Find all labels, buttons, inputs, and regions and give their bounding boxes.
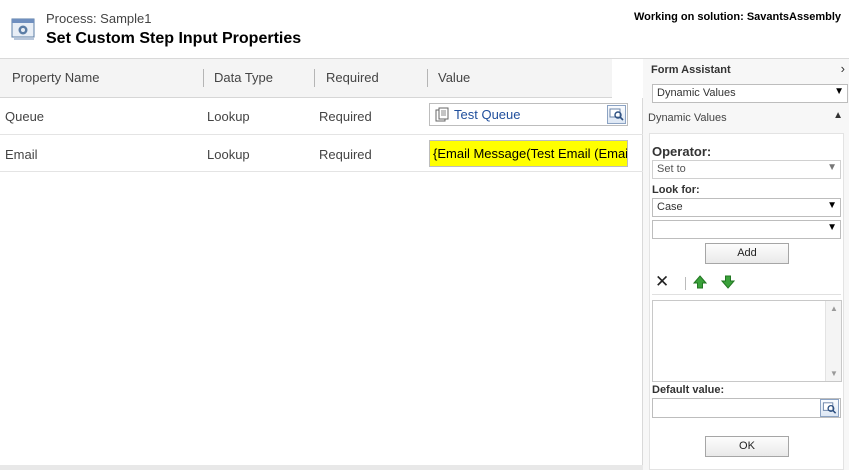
table-row[interactable]: Email Lookup Required {Email Message(Tes… [0, 135, 643, 172]
assistant-mode-select[interactable]: Dynamic Values ▼ [652, 84, 848, 103]
close-icon[interactable]: ✕ [655, 272, 669, 292]
dropdown-arrow-icon: ▼ [834, 86, 844, 97]
header-filler [612, 59, 643, 98]
dynamic-values-list[interactable]: ▲ ▼ [652, 300, 842, 382]
grid-header: Property Name Data Type Required Value [0, 59, 643, 98]
magnifier-icon [609, 108, 624, 121]
magnifier-icon [822, 402, 837, 414]
queue-lookup-value[interactable]: Test Queue [454, 107, 521, 122]
dropdown-arrow-icon: ▼ [827, 162, 837, 173]
property-name-cell: Email [5, 147, 38, 162]
arrow-down-icon[interactable] [721, 275, 735, 289]
toolbar-divider [652, 294, 841, 295]
data-type-cell: Lookup [207, 147, 250, 162]
operator-value: Set to [657, 163, 686, 175]
column-separator[interactable] [203, 69, 204, 87]
scroll-up-icon[interactable]: ▲ [830, 304, 838, 313]
chevron-right-icon[interactable]: › [841, 61, 845, 76]
assistant-mode-value: Dynamic Values [657, 87, 736, 99]
solution-label: Working on solution: SavantsAssembly [634, 11, 841, 23]
field-select[interactable]: ▼ [652, 220, 841, 239]
add-button[interactable]: Add [705, 243, 789, 264]
properties-grid: Property Name Data Type Required Value Q… [0, 59, 643, 470]
queue-lookup-field[interactable]: Test Queue [429, 103, 628, 126]
arrow-up-icon[interactable] [693, 275, 707, 289]
look-for-select[interactable]: Case ▼ [652, 198, 841, 217]
page-header: Process: Sample1 Set Custom Step Input P… [0, 0, 849, 59]
lookup-button[interactable] [607, 105, 626, 124]
look-for-label: Look for: [652, 184, 700, 196]
process-label: Process: Sample1 [46, 11, 152, 26]
column-separator[interactable] [314, 69, 315, 87]
vertical-scrollbar[interactable]: ▲ ▼ [825, 301, 841, 381]
email-dynamic-value: {Email Message(Test Email (Email))} [433, 146, 628, 161]
dynamic-values-section-label: Dynamic Values [648, 112, 727, 124]
data-type-cell: Lookup [207, 109, 250, 124]
horizontal-scrollbar[interactable] [0, 465, 643, 470]
column-header-data-type[interactable]: Data Type [214, 70, 273, 85]
collapse-caret-icon[interactable]: ▲ [833, 110, 843, 121]
look-for-value: Case [657, 201, 683, 213]
dropdown-arrow-icon: ▼ [827, 222, 837, 233]
column-header-required[interactable]: Required [326, 70, 379, 85]
dropdown-arrow-icon: ▼ [827, 200, 837, 211]
ok-button[interactable]: OK [705, 436, 789, 457]
column-header-property-name[interactable]: Property Name [12, 70, 99, 85]
form-assistant-title: Form Assistant [651, 64, 731, 76]
page-title: Set Custom Step Input Properties [46, 30, 302, 47]
property-name-cell: Queue [5, 109, 45, 124]
required-cell: Required [319, 109, 372, 124]
default-value-field[interactable] [652, 398, 841, 418]
operator-label: Operator: [652, 144, 712, 159]
required-cell: Required [319, 147, 372, 162]
lookup-button[interactable] [820, 399, 839, 417]
process-settings-icon [11, 18, 35, 40]
scroll-down-icon[interactable]: ▼ [830, 369, 838, 378]
toolbar-separator [685, 277, 686, 290]
operator-select[interactable]: Set to ▼ [652, 160, 841, 179]
email-value-field[interactable]: {Email Message(Test Email (Email))} [429, 140, 628, 167]
column-header-value[interactable]: Value [438, 70, 470, 85]
default-value-label: Default value: [652, 384, 725, 396]
queue-record-icon [435, 107, 449, 122]
column-separator[interactable] [427, 69, 428, 87]
table-row[interactable]: Queue Lookup Required Test Queue [0, 98, 643, 135]
